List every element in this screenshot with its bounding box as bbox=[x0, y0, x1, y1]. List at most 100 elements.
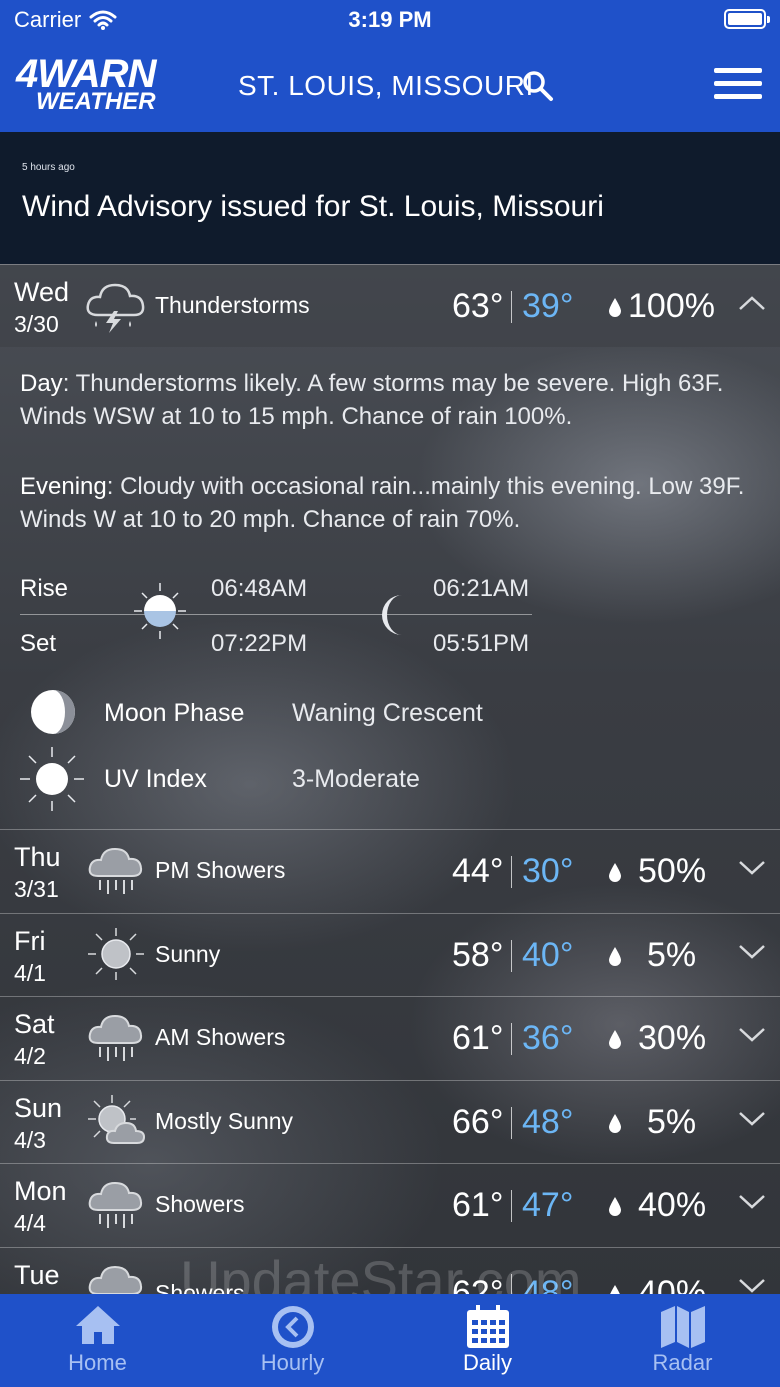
day-name: Mon bbox=[14, 1176, 67, 1206]
home-icon bbox=[75, 1306, 120, 1344]
high-temp: 61° bbox=[452, 1186, 504, 1224]
raindrop-icon bbox=[609, 863, 621, 882]
clock-icon bbox=[271, 1306, 314, 1348]
day-date: 4/3 bbox=[14, 1127, 46, 1153]
raindrop-icon bbox=[609, 947, 621, 966]
app-header: 4WARN WEATHER ST. LOUIS, MISSOURI bbox=[0, 40, 780, 132]
day-condition: Thunderstorms bbox=[155, 292, 310, 318]
day-date: 3/31 bbox=[14, 876, 59, 902]
raindrop-icon bbox=[609, 1030, 621, 1049]
logo-line2: WEATHER bbox=[36, 88, 156, 115]
temp-divider bbox=[511, 856, 512, 888]
precip-chance: 30% bbox=[638, 1019, 707, 1057]
day-date: 4/4 bbox=[14, 1210, 46, 1236]
rise-set-divider bbox=[20, 614, 532, 615]
set-label: Set bbox=[20, 630, 57, 657]
day-row[interactable]: Sat 4/2 AM Showers 61° 36° 30% bbox=[0, 996, 780, 1079]
temp-divider bbox=[511, 1107, 512, 1139]
high-temp: 61° bbox=[452, 1019, 504, 1057]
evening-text: : Cloudy with occasional rain...mainly t… bbox=[20, 473, 745, 533]
showers-icon bbox=[88, 1181, 143, 1228]
low-temp: 40° bbox=[522, 936, 574, 974]
moon-phase-value: Waning Crescent bbox=[292, 699, 483, 727]
day-condition: Mostly Sunny bbox=[155, 1108, 294, 1134]
chevron-down-icon[interactable] bbox=[738, 1194, 766, 1210]
evening-label: Evening bbox=[20, 473, 107, 500]
day-row[interactable]: Fri 4/1 Sunny 58° 40° 5% bbox=[0, 913, 780, 996]
mostly-sunny-icon bbox=[88, 1095, 146, 1144]
tab-home[interactable]: Home bbox=[0, 1294, 195, 1387]
raindrop-icon bbox=[609, 1114, 621, 1133]
day-name: Thu bbox=[14, 842, 61, 872]
day-row[interactable]: Thu 3/31 PM Showers 44° 30° 50% bbox=[0, 829, 780, 912]
high-temp: 66° bbox=[452, 1103, 504, 1141]
chevron-down-icon[interactable] bbox=[738, 1111, 766, 1127]
tab-home-label: Home bbox=[68, 1350, 127, 1375]
map-icon bbox=[660, 1306, 705, 1348]
low-temp: 30° bbox=[522, 852, 574, 890]
day-row[interactable]: Sun 4/3 Mostly Sunny 66° 48° 5% bbox=[0, 1080, 780, 1163]
raindrop-icon bbox=[609, 298, 621, 317]
precip-chance: 50% bbox=[638, 852, 707, 890]
uv-index-value: 3-Moderate bbox=[292, 765, 420, 793]
evening-forecast-text: Evening: Cloudy with occasional rain...m… bbox=[20, 470, 760, 536]
day-forecast-text: Day: Thunderstorms likely. A few storms … bbox=[20, 367, 760, 433]
temp-divider bbox=[511, 291, 512, 323]
day-row[interactable]: Mon 4/4 Showers 61° 47° 40% bbox=[0, 1163, 780, 1246]
sunny-icon bbox=[88, 928, 144, 980]
sunset-time: 07:22PM bbox=[211, 630, 308, 657]
day-text: : Thunderstorms likely. A few storms may… bbox=[20, 370, 724, 430]
day-condition: Showers bbox=[155, 1191, 245, 1217]
moon-phase-label: Moon Phase bbox=[104, 699, 245, 727]
uv-index-label: UV Index bbox=[104, 765, 207, 793]
bottom-tab-bar: Home Hourly Daily Radar bbox=[0, 1294, 780, 1387]
tab-hourly[interactable]: Hourly bbox=[195, 1294, 390, 1387]
app-logo[interactable]: 4WARN WEATHER bbox=[16, 54, 192, 116]
raindrop-icon bbox=[609, 1197, 621, 1216]
precip-chance: 40% bbox=[638, 1186, 707, 1224]
thunderstorm-icon bbox=[86, 283, 145, 333]
day-name: Wed bbox=[14, 277, 70, 307]
precip-chance: 100% bbox=[628, 287, 715, 325]
alert-title: Wind Advisory issued for St. Louis, Miss… bbox=[22, 190, 604, 223]
low-temp: 36° bbox=[522, 1019, 574, 1057]
alert-time-ago: 5 hours ago bbox=[22, 162, 75, 173]
moon-rise-set-icon bbox=[382, 595, 402, 635]
day-date: 4/1 bbox=[14, 960, 46, 986]
day-label: Day bbox=[20, 370, 63, 397]
uv-index-icon bbox=[20, 747, 84, 811]
location-title[interactable]: ST. LOUIS, MISSOURI bbox=[238, 70, 534, 102]
sun-rise-set-icon bbox=[134, 583, 186, 639]
chevron-down-icon[interactable] bbox=[738, 1278, 766, 1294]
moonset-time: 05:51PM bbox=[433, 630, 530, 657]
day-condition: Sunny bbox=[155, 941, 221, 967]
day-name: Fri bbox=[14, 926, 46, 956]
day-name: Tue bbox=[14, 1260, 60, 1290]
weather-alert-banner[interactable]: 5 hours ago Wind Advisory issued for St.… bbox=[0, 132, 780, 264]
hamburger-menu-icon[interactable] bbox=[714, 68, 762, 104]
day-name: Sun bbox=[14, 1093, 63, 1123]
tab-daily-label: Daily bbox=[463, 1350, 512, 1375]
temp-divider bbox=[511, 1023, 512, 1055]
high-temp: 63° bbox=[452, 287, 504, 325]
chevron-down-icon[interactable] bbox=[738, 944, 766, 960]
precip-chance: 5% bbox=[647, 936, 697, 974]
high-temp: 44° bbox=[452, 852, 504, 890]
chevron-down-icon[interactable] bbox=[738, 860, 766, 876]
precip-chance: 5% bbox=[647, 1103, 697, 1141]
day-row[interactable]: Wed 3/30 Thunderstorms 63° 39° 100% bbox=[0, 264, 780, 347]
moonrise-time: 06:21AM bbox=[433, 575, 530, 602]
search-icon[interactable] bbox=[522, 70, 554, 102]
tab-radar[interactable]: Radar bbox=[585, 1294, 780, 1387]
chevron-down-icon[interactable] bbox=[738, 1027, 766, 1043]
low-temp: 47° bbox=[522, 1186, 574, 1224]
day-condition: AM Showers bbox=[155, 1024, 286, 1050]
tab-hourly-label: Hourly bbox=[260, 1350, 325, 1375]
day-details-panel: Day: Thunderstorms likely. A few storms … bbox=[0, 347, 780, 829]
status-time: 3:19 PM bbox=[348, 7, 432, 32]
chevron-up-icon[interactable] bbox=[738, 295, 766, 311]
high-temp: 58° bbox=[452, 936, 504, 974]
tab-radar-label: Radar bbox=[652, 1350, 713, 1375]
sunrise-time: 06:48AM bbox=[211, 575, 308, 602]
tab-daily[interactable]: Daily bbox=[390, 1294, 585, 1387]
